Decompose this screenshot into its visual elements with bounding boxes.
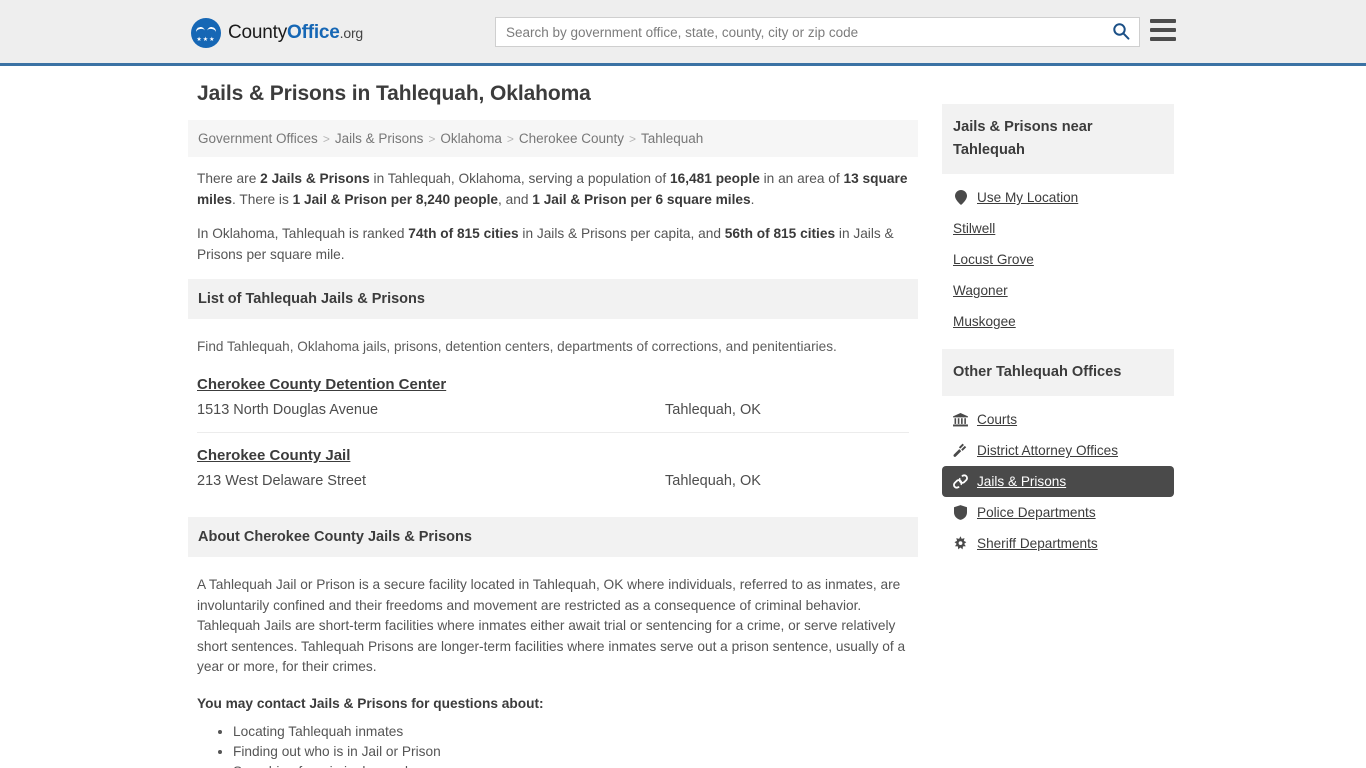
sidebar-item-label[interactable]: Stilwell bbox=[953, 221, 995, 236]
listing-city-state: Tahlequah, OK bbox=[665, 473, 761, 489]
list-item: Searching for criminal records bbox=[233, 762, 909, 768]
sidebar-item-muskogee[interactable]: Muskogee bbox=[942, 306, 1174, 337]
sidebar-item-locust-grove[interactable]: Locust Grove bbox=[942, 244, 1174, 275]
list-item: Locating Tahlequah inmates bbox=[233, 722, 909, 742]
sidebar-item-sheriff-departments[interactable]: Sheriff Departments bbox=[942, 528, 1174, 559]
listing-address: 1513 North Douglas Avenue bbox=[197, 402, 379, 418]
search-icon bbox=[1112, 22, 1130, 43]
sidebar-item-label[interactable]: Sheriff Departments bbox=[977, 536, 1098, 551]
main-column: Jails & Prisons in Tahlequah, Oklahoma G… bbox=[188, 82, 918, 768]
breadcrumb-separator: > bbox=[322, 132, 330, 146]
sidebar-item-use-my-location[interactable]: Use My Location bbox=[942, 182, 1174, 213]
logo-text-county: County bbox=[228, 22, 288, 43]
intro-text: in Tahlequah, Oklahoma, serving a popula… bbox=[369, 171, 671, 186]
sidebar-item-label[interactable]: Use My Location bbox=[977, 190, 1078, 205]
jails-listing-group: Cherokee County Detention Center 1513 Nor… bbox=[197, 376, 909, 503]
logo-text-office: Office bbox=[287, 22, 340, 43]
listing-name-link[interactable]: Cherokee County Jail bbox=[197, 447, 350, 464]
about-section-body: A Tahlequah Jail or Prison is a secure f… bbox=[188, 575, 918, 768]
breadcrumb-item[interactable]: Government Offices bbox=[198, 131, 318, 146]
breadcrumb-separator: > bbox=[506, 132, 514, 146]
listing-row: Cherokee County Detention Center 1513 Nor… bbox=[197, 376, 909, 433]
other-offices-card: Other Tahlequah Offices Courts District A… bbox=[942, 349, 1174, 559]
intro-highlight: 16,481 people bbox=[670, 171, 760, 186]
sidebar-item-label[interactable]: Locust Grove bbox=[953, 252, 1034, 267]
listing-name-link[interactable]: Cherokee County Detention Center bbox=[197, 376, 446, 393]
other-offices-heading: Other Tahlequah Offices bbox=[942, 349, 1174, 396]
sidebar: Jails & Prisons near Tahlequah Use My Lo… bbox=[942, 82, 1174, 571]
intro-text: , and bbox=[498, 192, 533, 207]
eagle-logo-icon: ★★★ bbox=[191, 18, 221, 48]
sidebar-item-label[interactable]: Courts bbox=[977, 412, 1017, 427]
intro-text: . bbox=[750, 192, 755, 207]
nearby-list: Use My Location Stilwell Locust Grove Wagon… bbox=[942, 174, 1174, 337]
sidebar-item-police-departments[interactable]: Police Departments bbox=[942, 497, 1174, 528]
intro-text: There are bbox=[197, 171, 261, 186]
site-logo[interactable]: ★★★ CountyOffice.org bbox=[191, 18, 363, 48]
shield-icon bbox=[953, 505, 968, 520]
intro-highlight: 1 Jail & Prison per 6 square miles bbox=[532, 192, 751, 207]
search-bar[interactable] bbox=[495, 17, 1140, 47]
intro-paragraph-1: There are 2 Jails & Prisons in Tahlequah… bbox=[197, 168, 909, 210]
sidebar-item-stilwell[interactable]: Stilwell bbox=[942, 213, 1174, 244]
courthouse-icon bbox=[953, 412, 968, 427]
list-section-body: Find Tahlequah, Oklahoma jails, prisons,… bbox=[188, 339, 918, 503]
breadcrumb-item[interactable]: Tahlequah bbox=[641, 131, 703, 146]
intro-highlight: 56th of 815 cities bbox=[724, 226, 836, 241]
intro-text: in Jails & Prisons per capita, and bbox=[518, 226, 725, 241]
sidebar-item-wagoner[interactable]: Wagoner bbox=[942, 275, 1174, 306]
intro-highlight: 1 Jail & Prison per 8,240 people bbox=[292, 192, 499, 207]
gavel-icon bbox=[953, 443, 968, 458]
about-section-heading: About Cherokee County Jails & Prisons bbox=[188, 517, 918, 557]
page-title: Jails & Prisons in Tahlequah, Oklahoma bbox=[197, 82, 591, 105]
intro-paragraph-2: In Oklahoma, Tahlequah is ranked 74th of… bbox=[197, 223, 909, 265]
sidebar-item-district-attorney-offices[interactable]: District Attorney Offices bbox=[942, 435, 1174, 466]
about-bullet-list: Locating Tahlequah inmatesFinding out wh… bbox=[197, 722, 909, 768]
listing-city-state: Tahlequah, OK bbox=[665, 402, 761, 418]
sidebar-item-jails-prisons[interactable]: Jails & Prisons bbox=[942, 466, 1174, 497]
list-section-note: Find Tahlequah, Oklahoma jails, prisons,… bbox=[197, 339, 837, 354]
intro-text: In Oklahoma, Tahlequah is ranked bbox=[197, 226, 409, 241]
breadcrumb-separator: > bbox=[428, 132, 436, 146]
listing-address: 213 West Delaware Street bbox=[197, 473, 366, 489]
sidebar-item-label[interactable]: District Attorney Offices bbox=[977, 443, 1118, 458]
intro-highlight: 74th of 815 cities bbox=[408, 226, 519, 241]
sidebar-item-label[interactable]: Muskogee bbox=[953, 314, 1016, 329]
breadcrumb-item[interactable]: Oklahoma bbox=[440, 131, 502, 146]
listing-address-row: 1513 North Douglas Avenue Tahlequah, OK bbox=[197, 402, 909, 418]
sidebar-item-label[interactable]: Wagoner bbox=[953, 283, 1008, 298]
breadcrumb-separator: > bbox=[628, 132, 636, 146]
search-input[interactable] bbox=[496, 24, 1103, 40]
map-pin-icon bbox=[953, 190, 968, 205]
nearby-heading: Jails & Prisons near Tahlequah bbox=[942, 104, 1174, 174]
nearby-card: Jails & Prisons near Tahlequah Use My Lo… bbox=[942, 104, 1174, 337]
listing-row: Cherokee County Jail 213 West Delaware St… bbox=[197, 447, 909, 503]
list-section-heading: List of Tahlequah Jails & Prisons bbox=[188, 279, 918, 319]
sidebar-item-label[interactable]: Jails & Prisons bbox=[977, 474, 1066, 489]
intro-text: in an area of bbox=[759, 171, 844, 186]
intro-statistics: There are 2 Jails & Prisons in Tahlequah… bbox=[188, 168, 918, 265]
hamburger-menu-icon[interactable] bbox=[1150, 19, 1176, 41]
site-header: ★★★ CountyOffice.org bbox=[0, 0, 1366, 66]
intro-highlight: 2 Jails & Prisons bbox=[260, 171, 370, 186]
breadcrumb-item[interactable]: Jails & Prisons bbox=[335, 131, 424, 146]
about-paragraph: A Tahlequah Jail or Prison is a secure f… bbox=[197, 577, 906, 674]
sidebar-item-label[interactable]: Police Departments bbox=[977, 505, 1096, 520]
search-button[interactable] bbox=[1103, 18, 1139, 46]
handcuffs-icon bbox=[953, 474, 968, 489]
sheriff-badge-icon bbox=[953, 536, 968, 551]
sidebar-item-courts[interactable]: Courts bbox=[942, 404, 1174, 435]
list-item: Finding out who is in Jail or Prison bbox=[233, 742, 909, 762]
intro-text: . There is bbox=[232, 192, 293, 207]
logo-text-tld: .org bbox=[339, 25, 364, 41]
breadcrumb: Government Offices > Jails & Prisons > Oklah… bbox=[188, 120, 918, 157]
other-offices-list: Courts District Attorney Offices Jails & P… bbox=[942, 396, 1174, 559]
logo-wordmark: CountyOffice.org bbox=[228, 22, 363, 44]
breadcrumb-item[interactable]: Cherokee County bbox=[519, 131, 624, 146]
about-contact-lead: You may contact Jails & Prisons for ques… bbox=[197, 695, 544, 711]
listing-address-row: 213 West Delaware Street Tahlequah, OK bbox=[197, 473, 909, 489]
page-body: Jails & Prisons in Tahlequah, Oklahoma G… bbox=[0, 66, 1366, 768]
